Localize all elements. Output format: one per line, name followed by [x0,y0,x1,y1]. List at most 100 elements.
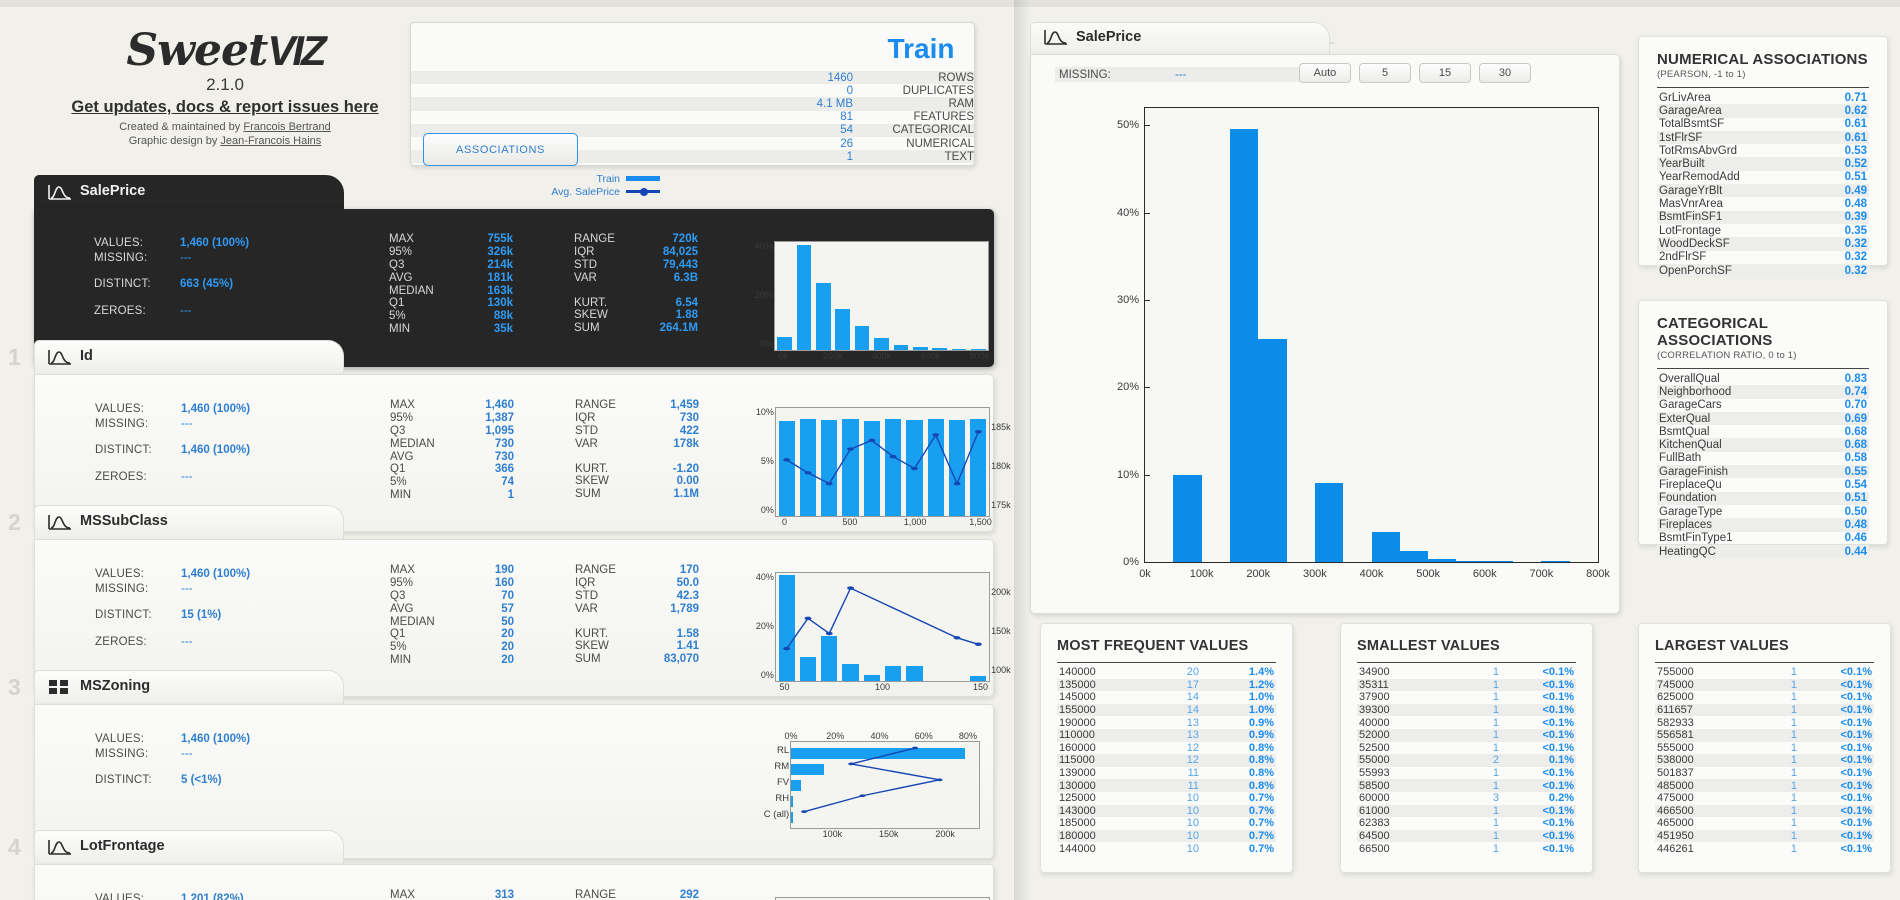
stat-key: VAR [574,271,597,284]
count-cell: 1 [1492,779,1499,792]
stat-value: 313 [494,889,514,900]
feature-stat-column: RANGE 1,459 IQR 730 STD 422 VAR 178k KURT. -1.20 S… [575,399,699,501]
value-cell: 140000 [1059,666,1096,679]
feature-stat-row: VALUES: 1,460 (100%) [94,235,300,250]
designer-link[interactable]: Jean-Francois Hains [220,135,321,147]
feature-stat-row: MIN 20 [390,654,514,667]
stat-value: 20 [501,653,514,666]
association-value: 0.61 [1844,131,1867,144]
stat-key: RANGE [575,564,616,577]
stat-value: 1,095 [485,424,514,437]
feature-stat-row: RANGE 170 [575,564,699,577]
stat-value: 1.88 [675,309,698,322]
histogram-bar [1314,482,1344,562]
value-row: 745000 1 <0.1% [1655,678,1874,692]
value-row: 55000 2 0.1% [1357,754,1576,767]
x-axis-tick: 700k [1529,568,1554,580]
feature-stat-row: SKEW 0.00 [575,475,699,488]
value-row: 582933 1 <0.1% [1655,716,1874,729]
mini-y2-tick: 150k [991,626,1011,637]
summary-row: 4.1 MB RAM [411,97,974,111]
numerical-icon [1044,28,1068,46]
stat-key: MEDIAN [390,615,435,628]
percent-cell: <0.1% [1840,666,1873,679]
percent-cell: <0.1% [1542,779,1575,792]
associations-button[interactable]: ASSOCIATIONS [423,133,578,166]
stat-value: 0.00 [676,475,699,488]
updates-docs-link[interactable]: Get updates, docs & report issues here [60,98,390,117]
feature-stat-row: DISTINCT: 5 (<1%) [95,761,301,788]
association-row: BsmtFinSF1 0.39 [1657,210,1869,224]
left-column: SweetVIZ 2.1.0 Get updates, docs & repor… [0,0,1334,900]
value-row: 125000 10 0.7% [1057,792,1276,805]
value-row: 485000 1 <0.1% [1655,779,1874,792]
stat-key: Q3 [390,424,406,437]
association-name: YearRemodAdd [1659,171,1740,184]
most-frequent-values-card: MOST FREQUENT VALUES 140000 20 1.4% 135000 1… [1040,623,1293,873]
association-row: YearRemodAdd 0.51 [1657,171,1869,184]
percent-cell: 1.0% [1248,691,1274,704]
feature-stat-row: 5% 74 [390,476,514,489]
feature-tab-header: 2 MSSubClass [8,505,994,539]
association-row: TotRmsAbvGrd 0.53 [1657,144,1869,157]
feature-stat-row: SUM 264.1M [574,322,698,335]
count-cell: 1 [1790,817,1797,830]
percent-cell: <0.1% [1840,767,1873,780]
feature-stat-column: RANGE292IQR21.0 [575,889,699,900]
count-cell: 1 [1790,729,1797,742]
association-row: KitchenQual 0.68 [1657,438,1869,452]
stat-value: 181k [487,271,513,284]
stat-key: SUM [575,488,601,501]
association-row: GarageYrBlt 0.49 [1657,184,1869,198]
count-cell: 1 [1492,704,1499,717]
histogram-bar [1541,561,1570,562]
association-name: Foundation [1659,492,1717,505]
count-cell: 1 [1790,804,1797,817]
stat-key: 5% [390,641,407,654]
histogram-plot-area: 0% 10% 20% 30% 40% 50% 0k 100k 200k 300k 400k 500k 6… [1117,107,1610,580]
y-axis-tick: 50% [1117,119,1151,131]
detail-tab[interactable] [1030,22,1330,54]
feature-detail-panel: SalePrice MISSING: --- Auto 5 15 30 0% 10% 20… [1030,22,1620,614]
numerical-icon [48,348,72,366]
stat-key: STD [575,424,598,437]
author-link[interactable]: Francois Bertrand [243,121,330,133]
summary-row: 81 FEATURES [411,111,974,124]
feature-stat-value: 663 (45%) [180,278,234,290]
stat-key: KURT. [575,627,609,640]
feature-stat-row: ZEROES: --- [94,292,300,319]
association-name: GarageCars [1659,399,1722,412]
column-divider [1014,0,1030,900]
numerical-icon [48,183,72,201]
count-cell: 1 [1492,691,1499,704]
stat-key: IQR [575,412,596,425]
bin-button-5[interactable]: 5 [1359,63,1411,83]
feature-stat-value: --- [180,305,192,317]
value-cell: 34900 [1359,666,1390,679]
feature-stat-row: KURT. 1.58 [575,627,699,640]
value-row: 58500 1 <0.1% [1357,779,1576,792]
association-name: TotalBsmtSF [1659,118,1725,131]
association-value: 0.53 [1844,144,1867,157]
feature-stat-row: MEDIAN 163k [389,284,513,297]
value-cell: 66500 [1359,842,1390,855]
value-cell: 485000 [1657,779,1694,792]
bin-button-auto[interactable]: Auto [1299,63,1351,83]
association-name: BsmtQual [1659,425,1710,438]
bin-button-15[interactable]: 15 [1419,63,1471,83]
mini-category-label: RH [775,793,790,804]
association-value: 0.70 [1844,399,1867,412]
stat-value: 326k [487,246,513,259]
bin-button-30[interactable]: 30 [1479,63,1531,83]
feature-tab-header: 1 Id [8,340,994,374]
stat-value: 730 [494,437,514,450]
stat-value: 20 [501,641,514,654]
feature-row-lotfrontage: 4LotFrontageVALUES:1,201 (82%)MISSING:25… [8,830,994,900]
missing-value: --- [1175,68,1187,81]
mini-x-tick: 40% [870,731,889,742]
stat-key: SKEW [575,475,609,488]
stat-key: MEDIAN [390,437,435,450]
association-name: HeatingQC [1659,545,1716,558]
association-name: OverallQual [1659,372,1720,385]
smallest-values-card: SMALLEST VALUES 34900 1 <0.1% 35311 1 <0.1% 37… [1340,623,1593,873]
